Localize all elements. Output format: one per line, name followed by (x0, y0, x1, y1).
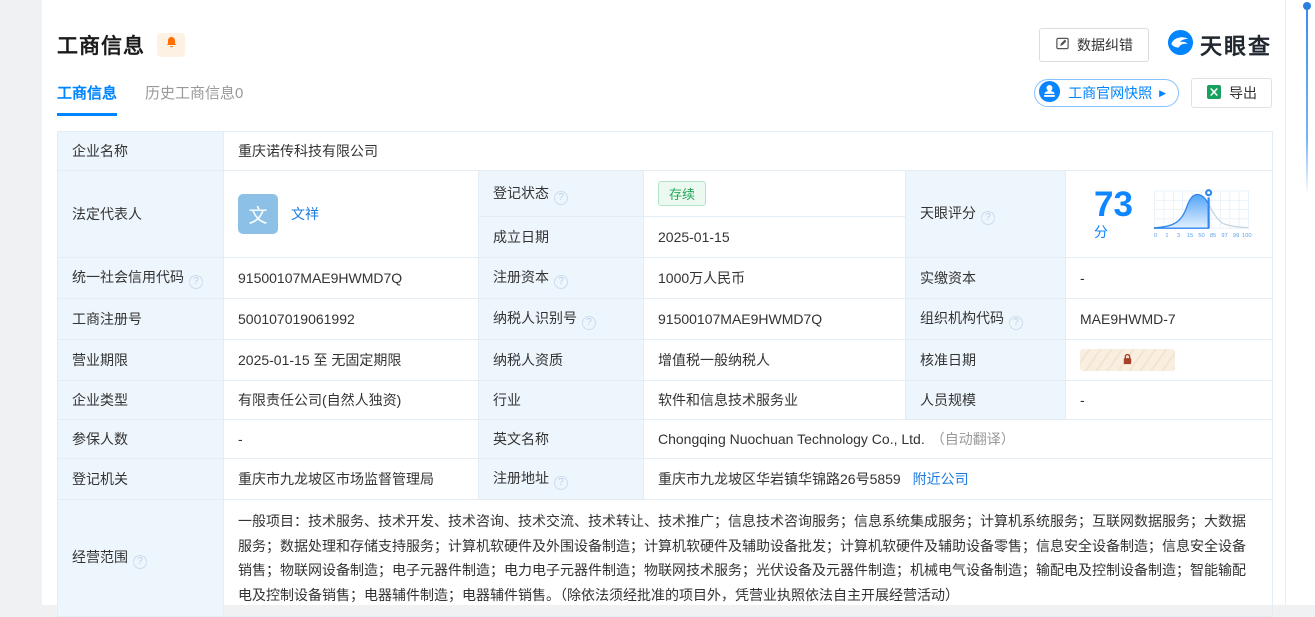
subscribe-bell-button[interactable] (157, 33, 185, 57)
table-row: 统一社会信用代码? 91500107MAE9HWMD7Q 注册资本? 1000万… (57, 257, 1274, 299)
field-label: 行业 (478, 380, 644, 420)
svg-text:85: 85 (1210, 233, 1216, 239)
english-name-value: Chongqing Nuochuan Technology Co., Ltd. （… (642, 419, 1274, 459)
tianyan-score[interactable]: 73分 0 1 3 15 50 85 97 99 100 (1080, 180, 1258, 248)
field-label: 纳税人识别号? (478, 298, 644, 340)
header: 工商信息 数据纠错 天眼查 (57, 28, 1272, 62)
svg-text:50: 50 (1198, 233, 1204, 239)
svg-text:100: 100 (1242, 233, 1252, 239)
right-scroll-rail (1285, 0, 1315, 605)
field-label: 统一社会信用代码? (57, 257, 224, 299)
paid-capital-value: - (1064, 257, 1274, 299)
field-label: 登记状态? (478, 169, 644, 218)
edit-icon (1055, 36, 1070, 54)
export-button[interactable]: 导出 (1191, 78, 1272, 108)
bell-icon (165, 36, 178, 54)
company-name-value: 重庆诺传科技有限公司 (222, 131, 1274, 171)
table-row: 企业类型 有限责任公司(自然人独资) 行业 软件和信息技术服务业 人员规模 - (57, 380, 1274, 420)
help-icon[interactable]: ? (554, 476, 568, 490)
help-icon[interactable]: ? (189, 275, 203, 289)
field-label: 经营范围? (57, 499, 224, 617)
field-label: 实缴资本 (905, 257, 1066, 299)
svg-text:99: 99 (1233, 233, 1239, 239)
score-distribution-chart: 0 1 3 15 50 85 97 99 100 (1154, 188, 1252, 239)
table-row: 经营范围? 一般项目：技术服务、技术开发、技术咨询、技术交流、技术转让、技术推广… (57, 499, 1274, 617)
reg-number-value: 500107019061992 (223, 298, 479, 340)
business-info-table: 企业名称 重庆诺传科技有限公司 法定代表人 文 文祥 登记状态? 存续 天眼评分… (57, 131, 1274, 617)
company-type-value: 有限责任公司(自然人独资) (223, 380, 479, 420)
business-info-card: 工商信息 数据纠错 天眼查 工商信息 历史工商信息0 工商官网快照 ▶ 导出 企… (42, 0, 1285, 617)
status-badge: 存续 (658, 181, 707, 207)
credit-code-value: 91500107MAE9HWMD7Q (223, 257, 479, 299)
business-term-value: 2025-01-15 至 无固定期限 (223, 339, 479, 381)
tab-business-info[interactable]: 工商信息 (57, 82, 118, 116)
field-label: 成立日期 (478, 216, 644, 258)
table-row: 登记机关 重庆市九龙坡区市场监督管理局 注册地址? 重庆市九龙坡区华岩镇华锦路2… (57, 458, 1274, 500)
tabs: 工商信息 历史工商信息0 (57, 82, 243, 116)
svg-text:97: 97 (1221, 233, 1227, 239)
nearby-companies-link[interactable]: 附近公司 (913, 471, 969, 487)
rail-progress-line (1306, 10, 1308, 195)
svg-text:3: 3 (1177, 233, 1180, 239)
field-label: 注册地址? (478, 458, 644, 500)
data-correction-button[interactable]: 数据纠错 (1038, 28, 1149, 62)
legal-rep-avatar[interactable]: 文 (238, 194, 278, 234)
legal-rep-link[interactable]: 文祥 (291, 204, 319, 224)
help-icon[interactable]: ? (554, 275, 568, 289)
help-icon[interactable]: ? (1009, 316, 1023, 330)
tab-history-business-info[interactable]: 历史工商信息0 (145, 82, 243, 116)
table-row: 营业期限 2025-01-15 至 无固定期限 纳税人资质 增值税一般纳税人 核… (57, 339, 1274, 381)
field-label: 组织机构代码? (905, 298, 1066, 340)
rail-anchor-dot[interactable] (1303, 2, 1311, 10)
field-label: 企业类型 (57, 380, 224, 420)
chevron-right-icon: ▶ (1159, 87, 1166, 98)
svg-text:15: 15 (1187, 233, 1193, 239)
org-code-value: MAE9HWMD-7 (1064, 298, 1274, 340)
official-snapshot-button[interactable]: 工商官网快照 ▶ (1034, 79, 1179, 107)
score-value: 73 (1094, 184, 1133, 224)
staff-size-value: - (1064, 380, 1274, 420)
field-label: 天眼评分? (905, 170, 1066, 258)
reg-authority-value: 重庆市九龙坡区市场监督管理局 (223, 458, 479, 500)
business-scope-value: 一般项目：技术服务、技术开发、技术咨询、技术交流、技术转让、技术推广；信息技术咨… (222, 499, 1274, 617)
reg-capital-value: 1000万人民币 (643, 257, 906, 299)
est-date-value: 2025-01-15 (643, 216, 906, 258)
taxpayer-quality-value: 增值税一般纳税人 (643, 339, 906, 381)
tianyancha-brand[interactable]: 天眼查 (1167, 29, 1272, 61)
field-label: 法定代表人 (57, 170, 224, 258)
brand-name: 天眼查 (1199, 34, 1272, 59)
help-icon[interactable]: ? (133, 555, 147, 569)
insured-count-value: - (223, 419, 479, 459)
help-icon[interactable]: ? (981, 211, 995, 225)
field-label: 英文名称 (478, 419, 644, 459)
table-row: 法定代表人 文 文祥 登记状态? 存续 天眼评分? 73分 0 1 3 15 5… (57, 169, 1274, 258)
field-label: 注册资本? (478, 257, 644, 299)
field-label: 人员规模 (905, 380, 1066, 420)
lock-icon (1121, 352, 1134, 369)
help-icon[interactable]: ? (582, 316, 596, 330)
locked-approval-date[interactable] (1080, 349, 1175, 371)
field-label: 工商注册号 (57, 298, 224, 340)
page-title: 工商信息 (57, 35, 145, 58)
table-row: 企业名称 重庆诺传科技有限公司 (57, 131, 1274, 171)
auto-translate-note: （自动翻译） (930, 431, 1015, 447)
field-label: 营业期限 (57, 339, 224, 381)
excel-icon (1206, 84, 1222, 103)
field-label: 纳税人资质 (478, 339, 644, 381)
taxpayer-id-value: 91500107MAE9HWMD7Q (643, 298, 906, 340)
svg-text:1: 1 (1165, 233, 1168, 239)
stamp-icon (1038, 80, 1061, 106)
tianyancha-logo-icon (1167, 29, 1194, 61)
field-label: 参保人数 (57, 419, 224, 459)
industry-value: 软件和信息技术服务业 (643, 380, 906, 420)
field-label: 企业名称 (57, 131, 224, 171)
table-row: 工商注册号 500107019061992 纳税人识别号? 91500107MA… (57, 298, 1274, 340)
field-label: 登记机关 (57, 458, 224, 500)
reg-address-value: 重庆市九龙坡区华岩镇华锦路26号5859 附近公司 (642, 458, 1274, 500)
field-label: 核准日期 (905, 339, 1066, 381)
help-icon[interactable]: ? (554, 190, 568, 205)
table-row: 参保人数 - 英文名称 Chongqing Nuochuan Technolog… (57, 419, 1274, 459)
svg-text:0: 0 (1154, 233, 1157, 239)
